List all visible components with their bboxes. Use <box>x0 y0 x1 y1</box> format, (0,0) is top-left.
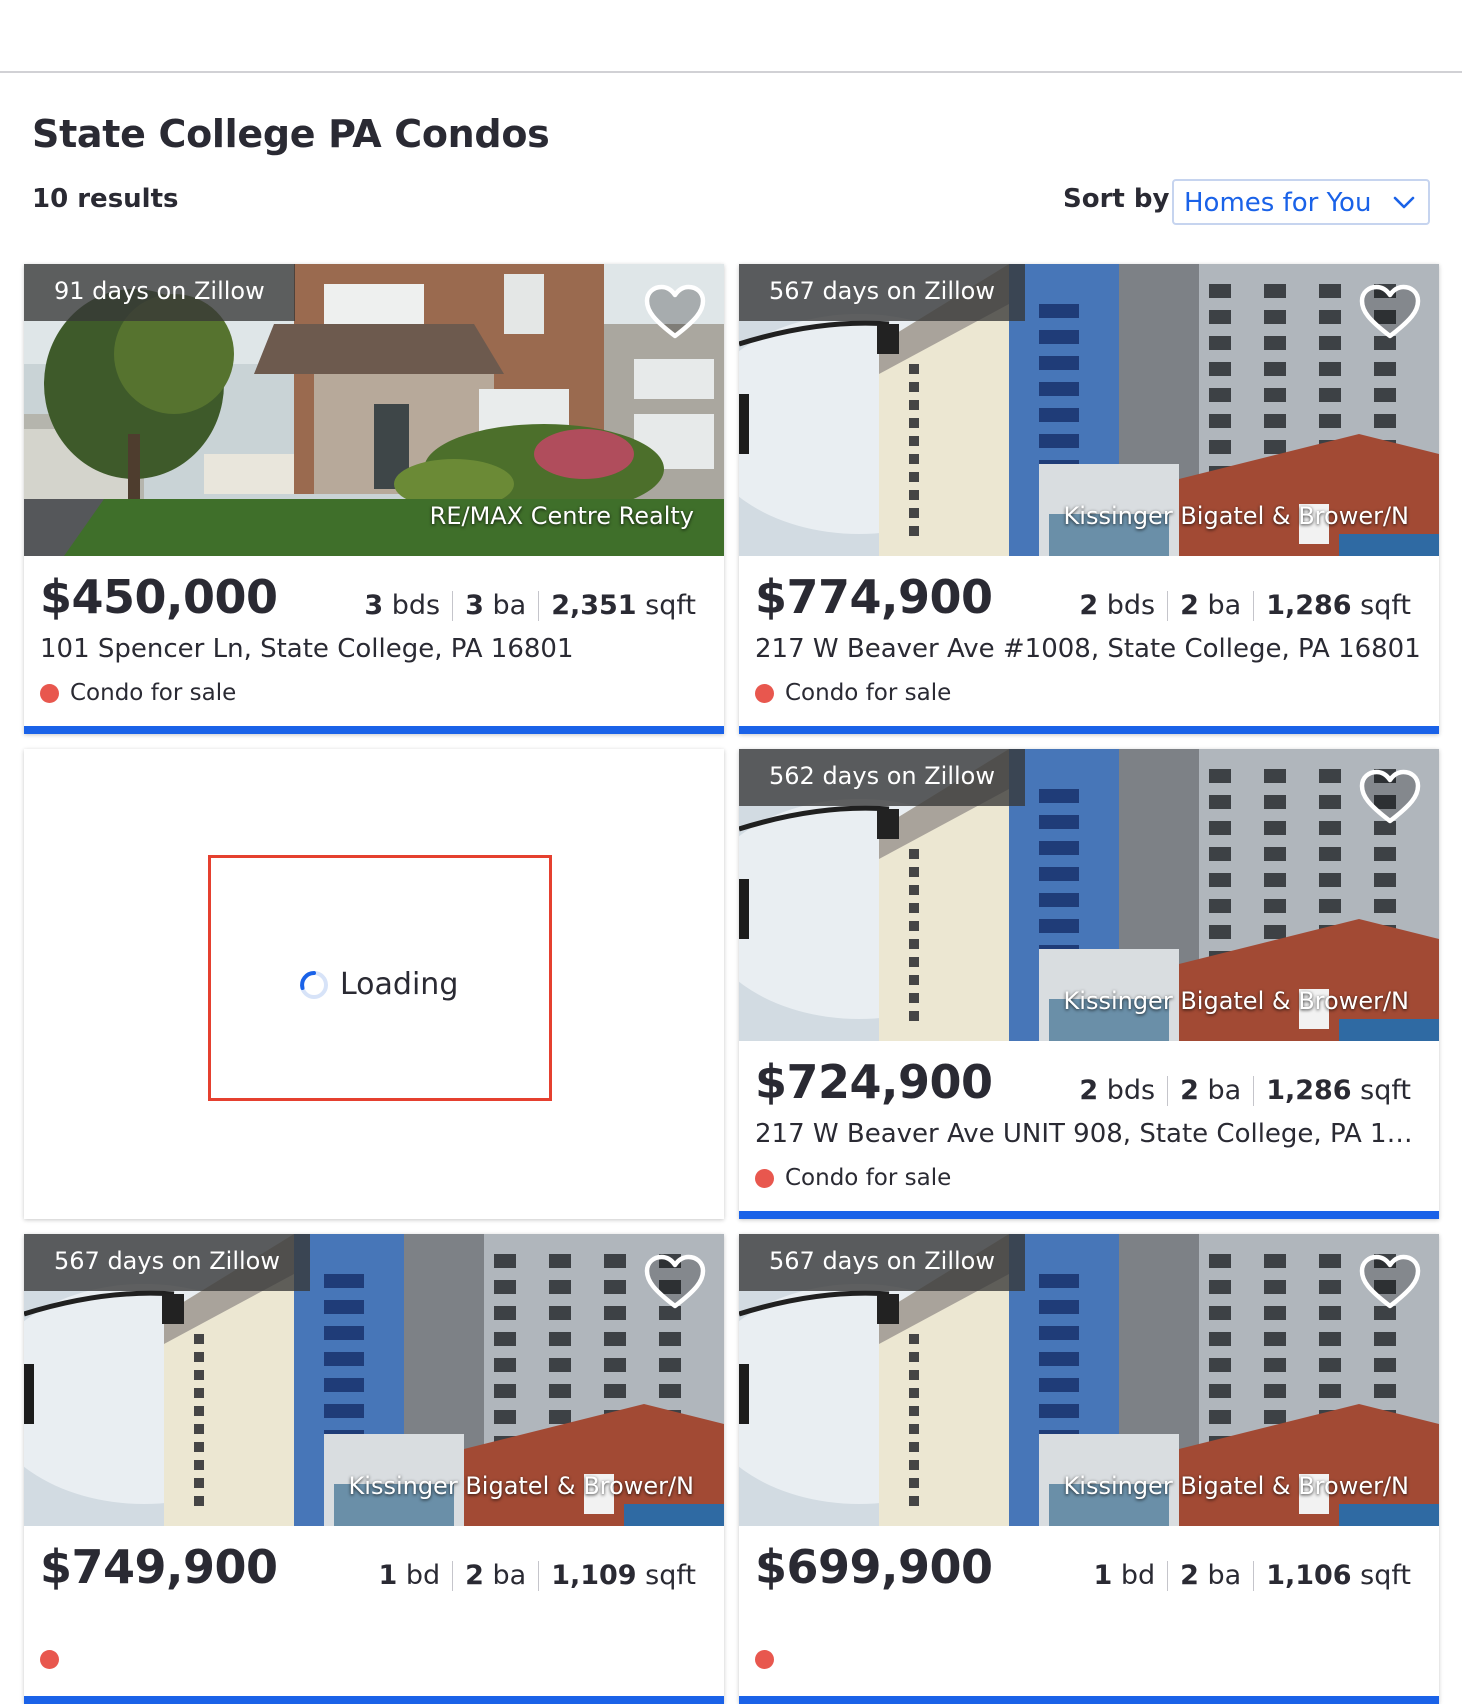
top-navigation-bar <box>0 0 1462 73</box>
chevron-down-icon <box>1393 196 1415 209</box>
loading-card: Loading <box>24 749 724 1219</box>
heart-icon[interactable] <box>1359 284 1421 340</box>
loading-label: Loading <box>340 967 459 1002</box>
sqft-count: 1,109 sqft <box>551 1560 696 1591</box>
spec-divider <box>1167 1560 1169 1591</box>
card-bottom-accent <box>739 1696 1439 1704</box>
spec-divider <box>452 590 454 621</box>
days-on-zillow-badge: 567 days on Zillow <box>24 1234 310 1291</box>
spec-divider <box>1253 590 1255 621</box>
heart-icon[interactable] <box>1359 769 1421 825</box>
baths-count: 2 ba <box>1180 590 1242 621</box>
beds-count: 1 bd <box>378 1560 441 1591</box>
listing-specs: 2 bds 2 ba 1,286 sqft <box>1079 590 1411 621</box>
beds-count: 2 bds <box>1079 590 1156 621</box>
listing-specs: 1 bd 2 ba 1,109 sqft <box>378 1560 696 1591</box>
baths-count: 2 ba <box>1180 1560 1242 1591</box>
spec-divider <box>1253 1075 1255 1106</box>
sort-selected-value: Homes for You <box>1184 188 1372 218</box>
listing-specs: 2 bds 2 ba 1,286 sqft <box>1079 1075 1411 1106</box>
card-bottom-accent <box>24 726 724 734</box>
listing-card[interactable]: 91 days on Zillow RE/MAX Centre Realty $… <box>24 264 724 734</box>
days-on-zillow-badge: 567 days on Zillow <box>739 1234 1025 1291</box>
status-dot-icon <box>755 1168 774 1188</box>
status-label: Condo for sale <box>785 680 952 706</box>
listing-card[interactable]: 567 days on Zillow Kissinger Bigatel & B… <box>739 1234 1439 1704</box>
baths-count: 3 ba <box>465 590 527 621</box>
page-title: State College PA Condos <box>32 112 550 156</box>
listing-status: Condo for sale <box>40 680 236 706</box>
sqft-count: 2,351 sqft <box>551 590 696 621</box>
days-on-zillow-badge: 567 days on Zillow <box>739 264 1025 321</box>
brokerage-name: Kissinger Bigatel & Brower/N <box>348 1472 694 1500</box>
spec-divider <box>538 1560 540 1591</box>
brokerage-name: RE/MAX Centre Realty <box>429 502 694 530</box>
sort-dropdown[interactable]: Homes for You <box>1172 179 1430 225</box>
listing-specs: 3 bds 3 ba 2,351 sqft <box>364 590 696 621</box>
card-bottom-accent <box>739 1211 1439 1219</box>
loading-indicator: Loading <box>298 967 458 1002</box>
listing-card[interactable]: 562 days on Zillow Kissinger Bigatel & B… <box>739 749 1439 1219</box>
result-count: 10 results <box>32 184 179 214</box>
status-dot-icon <box>755 1650 774 1669</box>
status-label: Condo for sale <box>785 1165 952 1191</box>
sqft-count: 1,106 sqft <box>1266 1560 1411 1591</box>
status-dot-icon <box>755 683 774 703</box>
sort-label: Sort by: <box>1063 184 1180 214</box>
spec-divider <box>1167 590 1169 621</box>
listing-card[interactable]: 567 days on Zillow Kissinger Bigatel & B… <box>739 264 1439 734</box>
listing-price: $450,000 <box>40 570 278 624</box>
heart-icon[interactable] <box>1359 1254 1421 1310</box>
listing-status: Condo for sale <box>755 680 951 706</box>
listing-price: $774,900 <box>755 570 993 624</box>
sqft-count: 1,286 sqft <box>1266 590 1411 621</box>
beds-count: 1 bd <box>1093 1560 1156 1591</box>
spec-divider <box>452 1560 454 1591</box>
card-bottom-accent <box>739 726 1439 734</box>
spec-divider <box>1253 1560 1255 1591</box>
brokerage-name: Kissinger Bigatel & Brower/N <box>1063 1472 1409 1500</box>
listing-status <box>40 1650 70 1669</box>
spec-divider <box>1167 1075 1169 1106</box>
listing-price: $699,900 <box>755 1540 993 1594</box>
listing-card[interactable]: 567 days on Zillow Kissinger Bigatel & B… <box>24 1234 724 1704</box>
brokerage-name: Kissinger Bigatel & Brower/N <box>1063 987 1409 1015</box>
listing-status <box>755 1650 785 1669</box>
sqft-count: 1,286 sqft <box>1266 1075 1411 1106</box>
listing-price: $749,900 <box>40 1540 278 1594</box>
listing-specs: 1 bd 2 ba 1,106 sqft <box>1093 1560 1411 1591</box>
card-bottom-accent <box>24 1696 724 1704</box>
status-dot-icon <box>40 683 59 703</box>
spec-divider <box>538 590 540 621</box>
beds-count: 3 bds <box>364 590 441 621</box>
listing-address[interactable]: 101 Spencer Ln, State College, PA 16801 <box>40 634 712 664</box>
days-on-zillow-badge: 91 days on Zillow <box>24 264 295 321</box>
listing-address[interactable]: 217 W Beaver Ave #1008, State College, P… <box>755 634 1427 664</box>
listing-address[interactable]: 217 W Beaver Ave UNIT 908, State College… <box>755 1119 1427 1149</box>
beds-count: 2 bds <box>1079 1075 1156 1106</box>
heart-icon[interactable] <box>644 284 706 340</box>
status-label: Condo for sale <box>70 680 237 706</box>
baths-count: 2 ba <box>465 1560 527 1591</box>
listing-status: Condo for sale <box>755 1165 951 1191</box>
spinner-icon <box>300 970 328 999</box>
brokerage-name: Kissinger Bigatel & Brower/N <box>1063 502 1409 530</box>
heart-icon[interactable] <box>644 1254 706 1310</box>
baths-count: 2 ba <box>1180 1075 1242 1106</box>
days-on-zillow-badge: 562 days on Zillow <box>739 749 1025 806</box>
listing-price: $724,900 <box>755 1055 993 1109</box>
status-dot-icon <box>40 1650 59 1669</box>
